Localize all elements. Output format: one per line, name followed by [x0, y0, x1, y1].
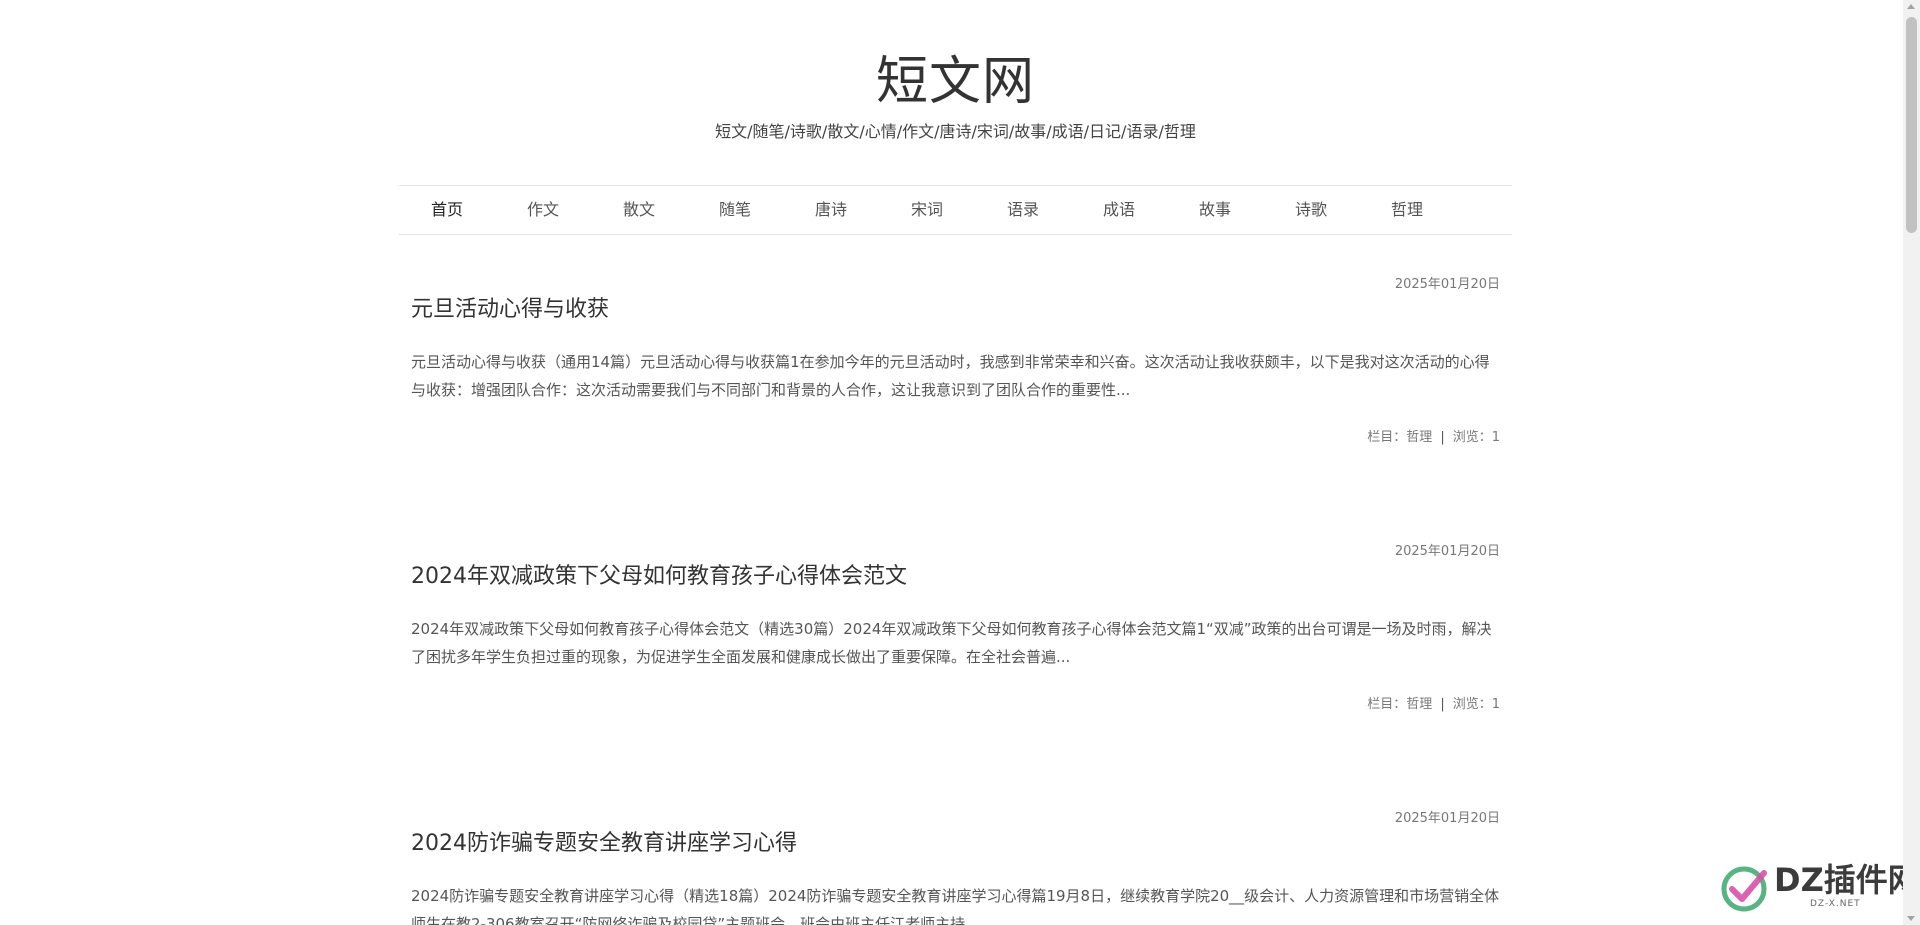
check-logo-icon [1721, 866, 1767, 912]
watermark-subtext: DZ-X.NET [1810, 899, 1861, 909]
article-excerpt: 元旦活动心得与收获（通用14篇）元旦活动心得与收获篇1在参加今年的元旦活动时，我… [411, 353, 1490, 399]
watermark-logo: DZ插件网 DZ-X.NET [1718, 855, 1920, 925]
views-label: 浏览： [1452, 697, 1492, 712]
meta-separator: | [1440, 697, 1445, 712]
watermark-text: DZ插件网 [1774, 861, 1920, 899]
category-link[interactable]: 哲理 [1406, 697, 1432, 712]
page: 短文网 短文/随笔/诗歌/散文/心情/作文/唐诗/宋词/故事/成语/日记/语录/… [0, 0, 1920, 925]
scroll-up-arrow-icon[interactable] [1907, 4, 1915, 9]
views-count: 1 [1491, 697, 1500, 712]
nav-item-zheli[interactable]: 哲理 [1391, 186, 1423, 234]
article-meta: 栏目：哲理 | 浏览：1 [1367, 429, 1500, 447]
article-excerpt: 2024防诈骗专题安全教育讲座学习心得（精选18篇）2024防诈骗专题安全教育讲… [411, 887, 1500, 925]
article-title-link[interactable]: 2024年双减政策下父母如何教育孩子心得体会范文 [411, 561, 907, 593]
article-date: 2025年01月20日 [1394, 544, 1500, 559]
nav-item-yulu[interactable]: 语录 [1007, 186, 1039, 234]
scrollbar-thumb[interactable] [1906, 17, 1917, 233]
article-date: 2025年01月20日 [1394, 811, 1500, 826]
article-excerpt: 2024年双减政策下父母如何教育孩子心得体会范文（精选30篇）2024年双减政策… [411, 620, 1492, 666]
nav-item-tangshi[interactable]: 唐诗 [815, 186, 847, 234]
article-title-link[interactable]: 2024防诈骗专题安全教育讲座学习心得 [411, 828, 797, 860]
article-date: 2025年01月20日 [1394, 277, 1500, 292]
nav-item-chengyu[interactable]: 成语 [1103, 186, 1135, 234]
main-nav: 首页 作文 散文 随笔 唐诗 宋词 语录 成语 故事 诗歌 哲理 [399, 185, 1512, 235]
site-subtitle: 短文/随笔/诗歌/散文/心情/作文/唐诗/宋词/故事/成语/日记/语录/哲理 [715, 122, 1196, 141]
nav-item-home[interactable]: 首页 [431, 186, 463, 234]
category-link[interactable]: 哲理 [1406, 430, 1432, 445]
vertical-scrollbar[interactable] [1903, 0, 1920, 925]
article-meta: 栏目：哲理 | 浏览：1 [1367, 696, 1500, 714]
category-label: 栏目： [1367, 430, 1407, 445]
nav-item-songci[interactable]: 宋词 [911, 186, 943, 234]
nav-item-suibi[interactable]: 随笔 [719, 186, 751, 234]
category-label: 栏目： [1367, 697, 1407, 712]
nav-item-sanwen[interactable]: 散文 [623, 186, 655, 234]
views-label: 浏览： [1452, 430, 1492, 445]
site-title[interactable]: 短文网 [399, 50, 1512, 114]
nav-item-shige[interactable]: 诗歌 [1295, 186, 1327, 234]
meta-separator: | [1440, 430, 1445, 445]
views-count: 1 [1491, 430, 1500, 445]
article-title-link[interactable]: 元旦活动心得与收获 [411, 294, 609, 326]
nav-item-gushi[interactable]: 故事 [1199, 186, 1231, 234]
nav-item-zuowen[interactable]: 作文 [527, 186, 559, 234]
scroll-down-arrow-icon[interactable] [1907, 916, 1915, 921]
